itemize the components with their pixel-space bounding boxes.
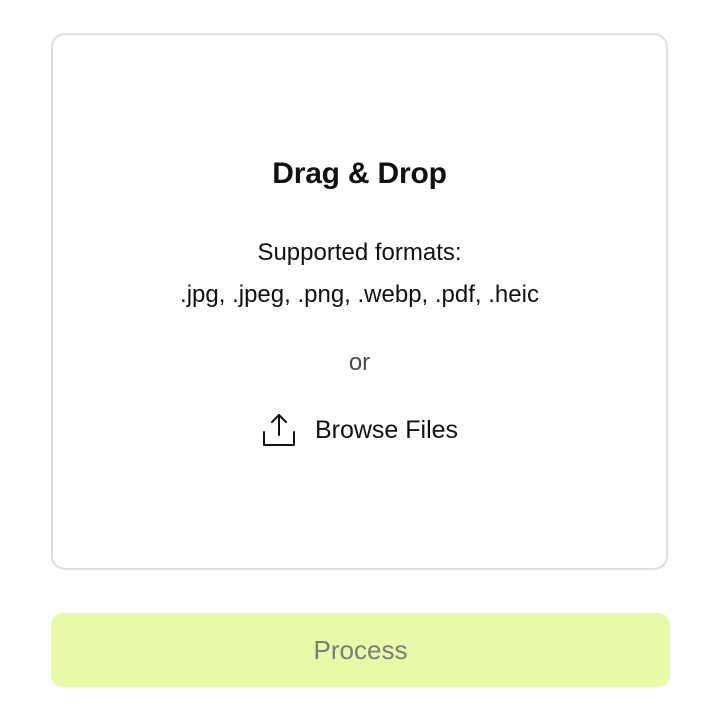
browse-files-button[interactable]: Browse Files [53, 411, 666, 449]
process-button[interactable]: Process [51, 613, 670, 687]
supported-formats-list: .jpg, .jpeg, .png, .webp, .pdf, .heic [180, 281, 539, 308]
upload-page: Drag & Drop Supported formats: .jpg, .jp… [0, 0, 721, 720]
supported-formats-label: Supported formats: [257, 239, 462, 266]
or-separator: or [348, 349, 371, 376]
browse-files-label: Browse Files [314, 415, 459, 444]
file-dropzone[interactable]: Drag & Drop Supported formats: .jpg, .jp… [51, 33, 668, 570]
upload-icon [261, 411, 297, 449]
dropzone-title: Drag & Drop [272, 157, 447, 190]
